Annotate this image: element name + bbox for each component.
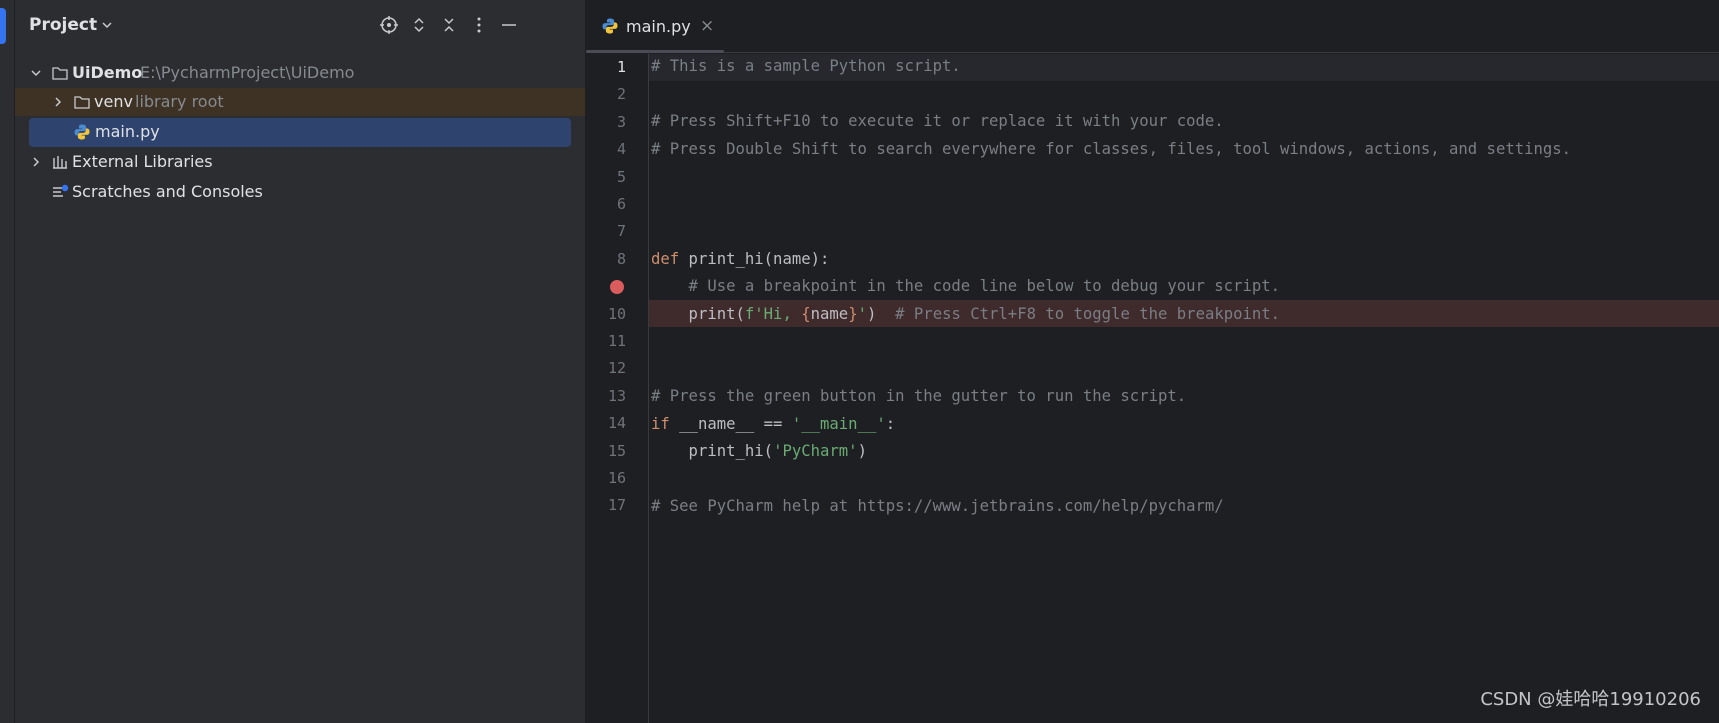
code-line[interactable]: def print_hi(name): <box>651 250 829 268</box>
locate-icon[interactable] <box>378 14 400 36</box>
line-number: 2 <box>616 85 626 104</box>
code-comment: # Press Shift+F10 to execute it or repla… <box>651 112 1224 130</box>
gutter-separator <box>648 52 649 723</box>
tab-active-indicator <box>586 50 724 53</box>
breakpoint-icon[interactable] <box>610 280 624 295</box>
code-keyword: def <box>651 250 680 268</box>
code-string: 'PyCharm' <box>773 442 858 460</box>
code-text: name <box>810 305 849 323</box>
tool-window-stripe <box>0 0 15 723</box>
close-icon[interactable]: × <box>700 16 714 36</box>
code-comment: # This is a sample Python script. <box>651 57 961 75</box>
code-comment: # Press the green button in the gutter t… <box>651 387 1187 405</box>
code-text: __name__ == <box>669 415 792 433</box>
code-editor: main.py × 1 2 3 4 5 6 7 8 10 11 12 13 14 15 16 17 # Thi… <box>586 0 1719 723</box>
tree-item-uidemo[interactable]: UiDemo E:\PycharmProject\UiDemo <box>15 59 585 87</box>
code-string: f'Hi, <box>744 305 802 323</box>
code-text: print( <box>651 305 745 323</box>
watermark: CSDN @娃哈哈19910206 <box>1480 689 1701 710</box>
scratches-icon <box>51 183 69 201</box>
code-line[interactable]: # Use a breakpoint in the code line belo… <box>651 277 1280 295</box>
code-line[interactable]: # See PyCharm help at https://www.jetbra… <box>651 497 1224 515</box>
collapse-all-icon[interactable] <box>438 14 460 36</box>
tab-label: main.py <box>626 17 691 36</box>
folder-icon <box>51 64 69 82</box>
hide-panel-icon[interactable] <box>498 14 520 36</box>
line-number: 10 <box>607 304 626 323</box>
project-tool-button[interactable] <box>0 8 6 44</box>
line-number: 15 <box>607 441 626 460</box>
code-comment: # Press Double Shift to search everywher… <box>651 140 1572 158</box>
tree-item-label: UiDemo <box>72 63 143 82</box>
tree-item-scratches[interactable]: Scratches and Consoles <box>15 178 585 206</box>
code-comment: # Press Ctrl+F8 to toggle the breakpoint… <box>895 305 1281 323</box>
line-number: 8 <box>616 249 626 268</box>
code-text: ) <box>857 442 867 460</box>
tree-item-label: venv <box>94 92 133 111</box>
line-number: 12 <box>607 359 626 378</box>
code-line[interactable]: # Press Double Shift to search everywher… <box>651 140 1571 158</box>
tree-item-hint: library root <box>135 92 224 111</box>
code-line[interactable]: # Press Shift+F10 to execute it or repla… <box>651 112 1224 130</box>
project-panel-header: Project <box>15 0 585 52</box>
code-line[interactable]: print_hi('PyCharm') <box>651 442 867 460</box>
python-file-icon <box>73 123 91 141</box>
code-line[interactable]: # Press the green button in the gutter t… <box>651 387 1186 405</box>
code-comment: # See PyCharm help at https://www.jetbra… <box>651 497 1224 515</box>
line-number: 5 <box>616 167 626 186</box>
line-number: 1 <box>616 58 626 76</box>
tree-item-label: main.py <box>95 122 160 141</box>
code-text: print_hi( <box>651 442 774 460</box>
line-number: 6 <box>616 195 626 213</box>
line-number: 7 <box>616 222 626 241</box>
line-number: 16 <box>607 469 626 487</box>
tree-item-main-py[interactable]: main.py <box>29 118 571 147</box>
tree-item-path: E:\PycharmProject\UiDemo <box>140 63 355 82</box>
editor-tab-bar: main.py × <box>586 0 1719 53</box>
line-number: 14 <box>607 414 626 433</box>
chevron-right-icon[interactable] <box>27 153 45 171</box>
code-line[interactable]: # This is a sample Python script. <box>651 57 961 75</box>
expand-all-icon[interactable] <box>408 14 430 36</box>
line-number: 11 <box>607 332 626 350</box>
line-number: 3 <box>616 112 626 131</box>
code-comment: # Use a breakpoint in the code line belo… <box>651 277 1281 295</box>
python-file-icon <box>601 17 619 35</box>
tree-item-venv[interactable]: venv library root <box>15 88 585 116</box>
line-number: 13 <box>607 386 626 405</box>
folder-icon <box>73 93 91 111</box>
code-string: ' <box>857 305 867 323</box>
more-options-icon[interactable] <box>468 14 490 36</box>
code-string: '__main__' <box>791 415 886 433</box>
tree-item-external-libraries[interactable]: External Libraries <box>15 148 585 176</box>
line-number: 17 <box>607 496 626 515</box>
code-brace: { <box>801 305 811 323</box>
code-keyword: if <box>651 415 670 433</box>
project-panel-title[interactable]: Project <box>29 15 97 35</box>
code-text: : <box>885 415 896 433</box>
project-panel: Project UiDemo E:\PycharmProject\UiDemo <box>15 0 586 723</box>
chevron-down-icon[interactable] <box>99 17 115 33</box>
code-text: print_hi(name): <box>679 250 830 268</box>
library-icon <box>51 153 69 171</box>
code-text: ) <box>866 305 896 323</box>
chevron-down-icon[interactable] <box>27 64 45 82</box>
tree-item-label: External Libraries <box>72 152 213 171</box>
code-line[interactable]: if __name__ == '__main__': <box>651 415 895 433</box>
chevron-right-icon[interactable] <box>49 93 67 111</box>
code-line[interactable]: print(f'Hi, {name}') # Press Ctrl+F8 to … <box>651 305 1281 323</box>
code-brace: } <box>848 305 858 323</box>
line-number: 4 <box>616 140 626 159</box>
tree-item-label: Scratches and Consoles <box>72 182 263 201</box>
tab-main-py[interactable]: main.py × <box>586 0 724 53</box>
